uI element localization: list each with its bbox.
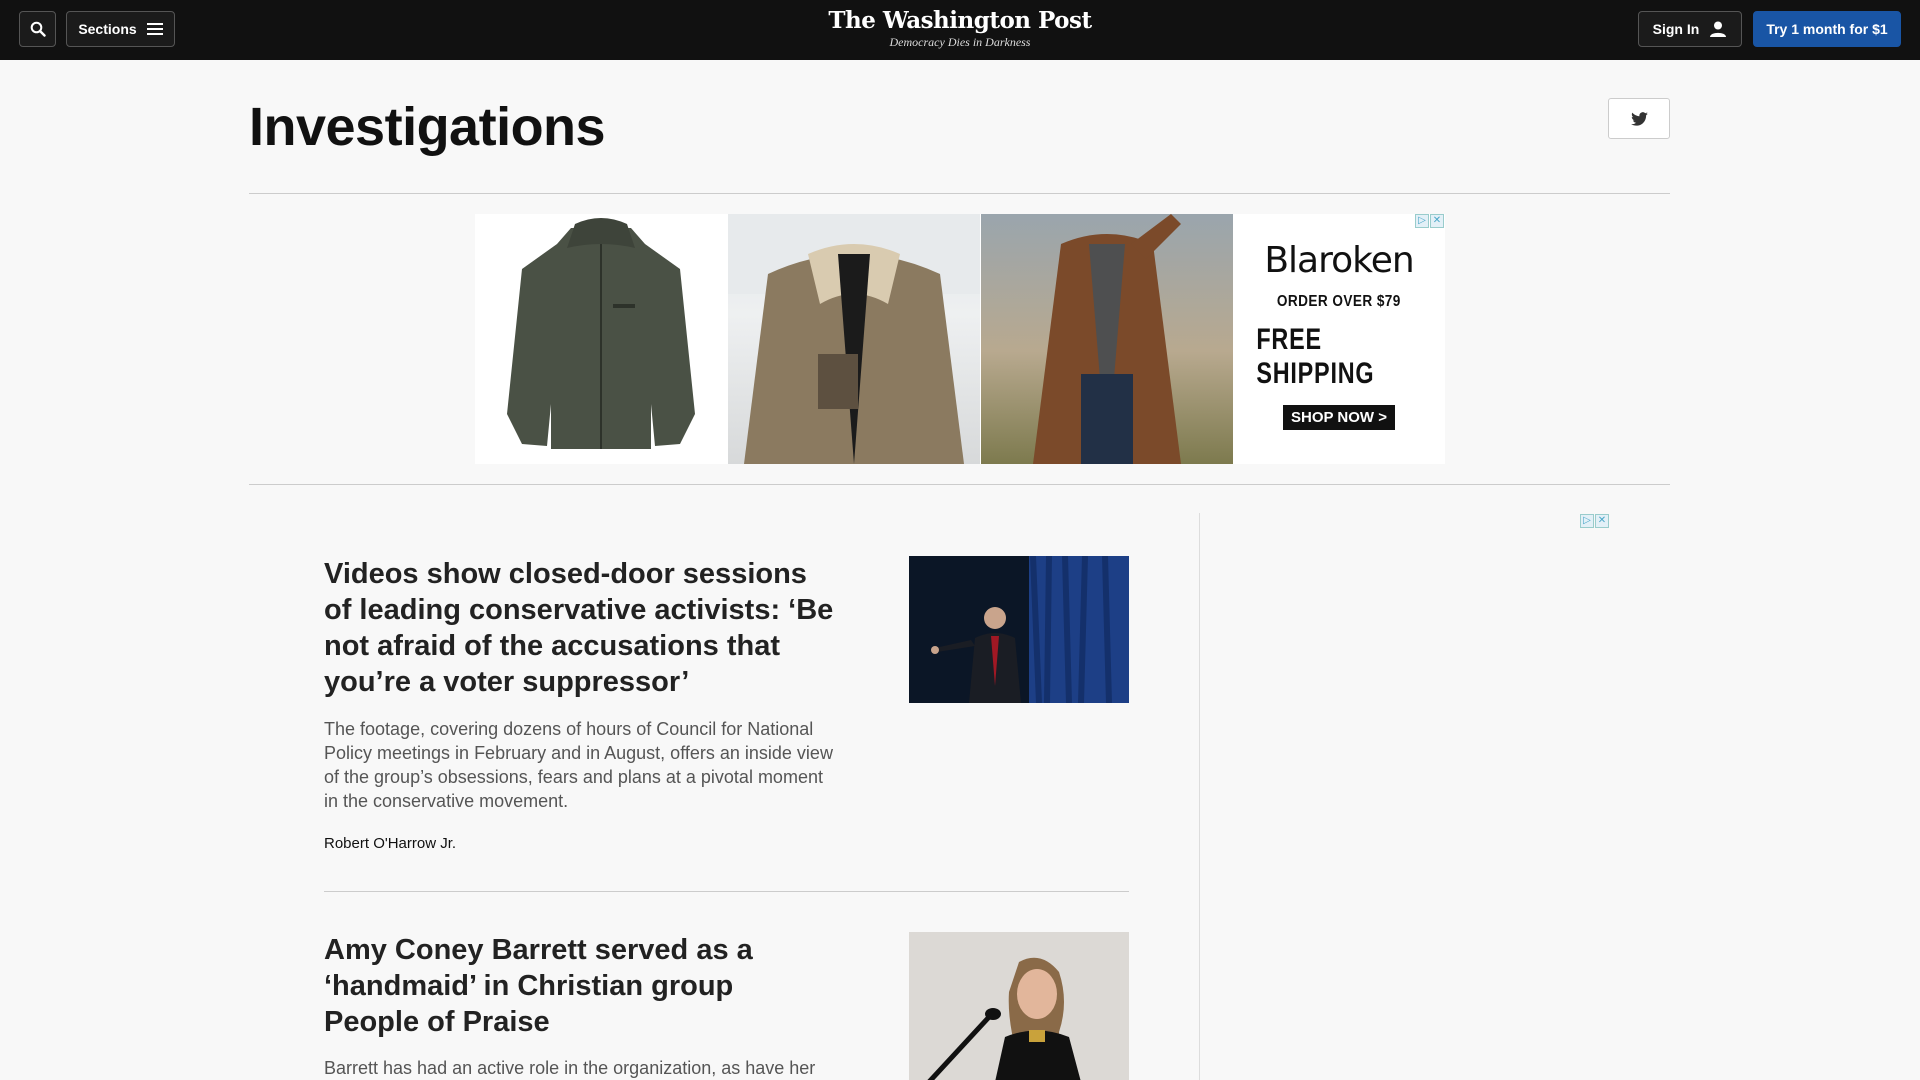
brown-coat-illustration [1033,214,1181,464]
site-logo[interactable]: The Washington Post Democracy Dies in Da… [760,7,1160,49]
article-card[interactable]: Videos show closed-door sessions of lead… [324,556,1129,856]
twitter-share-button[interactable] [1608,98,1670,139]
speaker-at-podium-photo [909,932,1129,1080]
jacket-illustration [507,218,695,449]
ad-shipping-line: FREE SHIPPING [1256,323,1375,390]
article-thumbnail[interactable] [909,556,1129,703]
adchoices-icon[interactable]: ▷ [1580,514,1594,528]
article-headline[interactable]: Amy Coney Barrett served as a ‘handmaid’… [324,932,834,1040]
twitter-icon [1630,111,1648,126]
sign-in-button[interactable]: Sign In [1638,11,1742,47]
ad-brand-panel[interactable]: Blaroken ORDER OVER $79 FREE SHIPPING SH… [1233,214,1445,464]
article-blurb: Barrett has had an active role in the or… [324,1058,816,1078]
article-headline[interactable]: Videos show closed-door sessions of lead… [324,556,834,700]
article-byline[interactable]: Robert O'Harrow Jr. [324,835,456,852]
user-icon [1710,21,1727,37]
article-thumbnail[interactable] [909,932,1129,1080]
ad-offer-line: ORDER OVER $79 [1277,293,1401,310]
article-blurb: The footage, covering dozens of hours of… [324,719,833,811]
close-icon[interactable]: ✕ [1595,514,1609,528]
sections-label: Sections [78,21,137,37]
subscribe-label: Try 1 month for $1 [1766,21,1888,37]
ad-shop-now-button[interactable]: SHOP NOW > [1283,405,1395,430]
banner-divider [249,484,1670,485]
page-title: Investigations [249,97,606,157]
speaker-photo [909,556,1129,703]
banner-adchoices[interactable]: ▷ ✕ [1415,214,1444,228]
shearling-jacket-illustration [728,214,980,464]
logo-tagline: Democracy Dies in Darkness [889,35,1031,49]
banner-advertisement[interactable]: Blaroken ORDER OVER $79 FREE SHIPPING SH… [475,214,1445,464]
column-divider [1199,513,1200,1080]
logo-title: The Washington Post [828,7,1092,34]
subscribe-button[interactable]: Try 1 month for $1 [1753,11,1901,47]
top-navigation-bar: Sections The Washington Post Democracy D… [0,0,1920,60]
right-rail-advertisement[interactable] [1325,513,1610,1080]
ad-product-image-shearling-jacket[interactable] [728,214,980,464]
article-divider [324,891,1129,892]
ad-product-image-brown-coat[interactable] [981,214,1233,464]
header-divider [249,193,1670,194]
sign-in-label: Sign In [1652,21,1700,37]
adchoices-icon[interactable]: ▷ [1415,214,1429,228]
article-card[interactable]: Amy Coney Barrett served as a ‘handmaid’… [324,932,1129,1080]
ad-brand-name: Blaroken [1264,240,1414,281]
right-rail-adchoices[interactable]: ▷ ✕ [1580,514,1609,528]
search-button[interactable] [19,11,56,47]
search-icon [30,21,46,37]
close-icon[interactable]: ✕ [1430,214,1444,228]
sections-button[interactable]: Sections [66,11,175,47]
menu-icon [146,23,163,35]
ad-product-image-green-jacket[interactable] [475,214,727,464]
